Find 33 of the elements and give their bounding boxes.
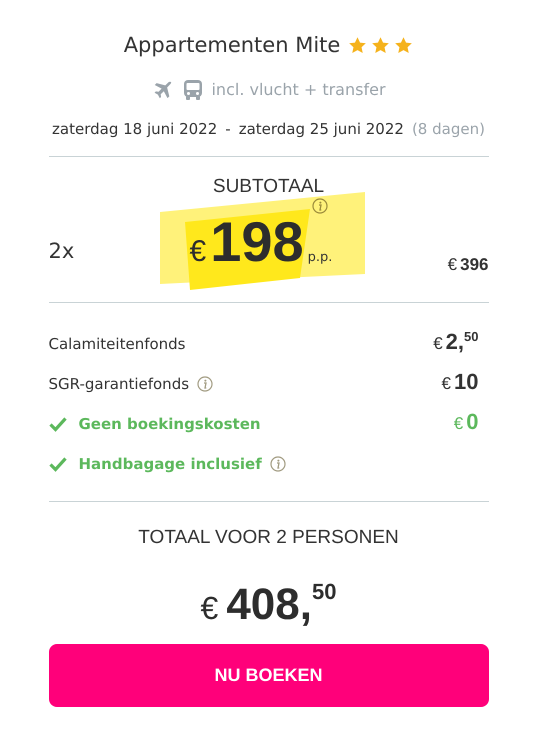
transport-text: incl. vlucht + transfer (211, 78, 386, 100)
star-icon (371, 36, 390, 56)
currency-symbol: € (448, 254, 458, 276)
included-label: Geen boekingskosten (78, 414, 261, 434)
price-per-person: 198 (210, 214, 304, 270)
currency-symbol: € (454, 412, 464, 434)
included-label: Handbagage inclusief (78, 454, 262, 474)
fee-amount: 2,$^{50}$ (446, 328, 478, 356)
currency-symbol: € (442, 372, 452, 394)
subtotal-amount: 396 (460, 254, 488, 276)
check-icon (48, 456, 66, 472)
book-button[interactable]: NU BOEKEN (48, 644, 488, 707)
currency-symbol: € (200, 589, 218, 628)
currency-symbol: € (190, 234, 206, 270)
subtotal-heading: SUBTOTAAL (212, 175, 326, 199)
date-separator: - (225, 118, 231, 140)
bus-icon (183, 78, 204, 100)
fee-amount: 10 (454, 368, 478, 396)
date-text: zaterdag 18 juni 2022 (52, 118, 218, 140)
currency-symbol: € (433, 332, 443, 354)
check-icon (48, 416, 66, 432)
fee-label: Calamiteitenfonds (48, 334, 186, 354)
duration-text: (8 dagen) (412, 118, 485, 140)
star-icon (348, 36, 368, 56)
total-heading: TOTAAL VOOR 2 PERSONEN (137, 526, 400, 550)
quantity-text: 2x (48, 238, 74, 265)
per-person-label: p.p. (308, 248, 332, 266)
fee-label: SGR-garantiefonds (48, 374, 190, 394)
total-amount: 408,$^{50}$ (226, 578, 336, 631)
star-icon (394, 36, 414, 56)
hotel-name: Appartementen Mite (124, 32, 340, 59)
date-text: zaterdag 25 juni 2022 (238, 118, 404, 140)
fee-amount: 0 (466, 408, 478, 436)
